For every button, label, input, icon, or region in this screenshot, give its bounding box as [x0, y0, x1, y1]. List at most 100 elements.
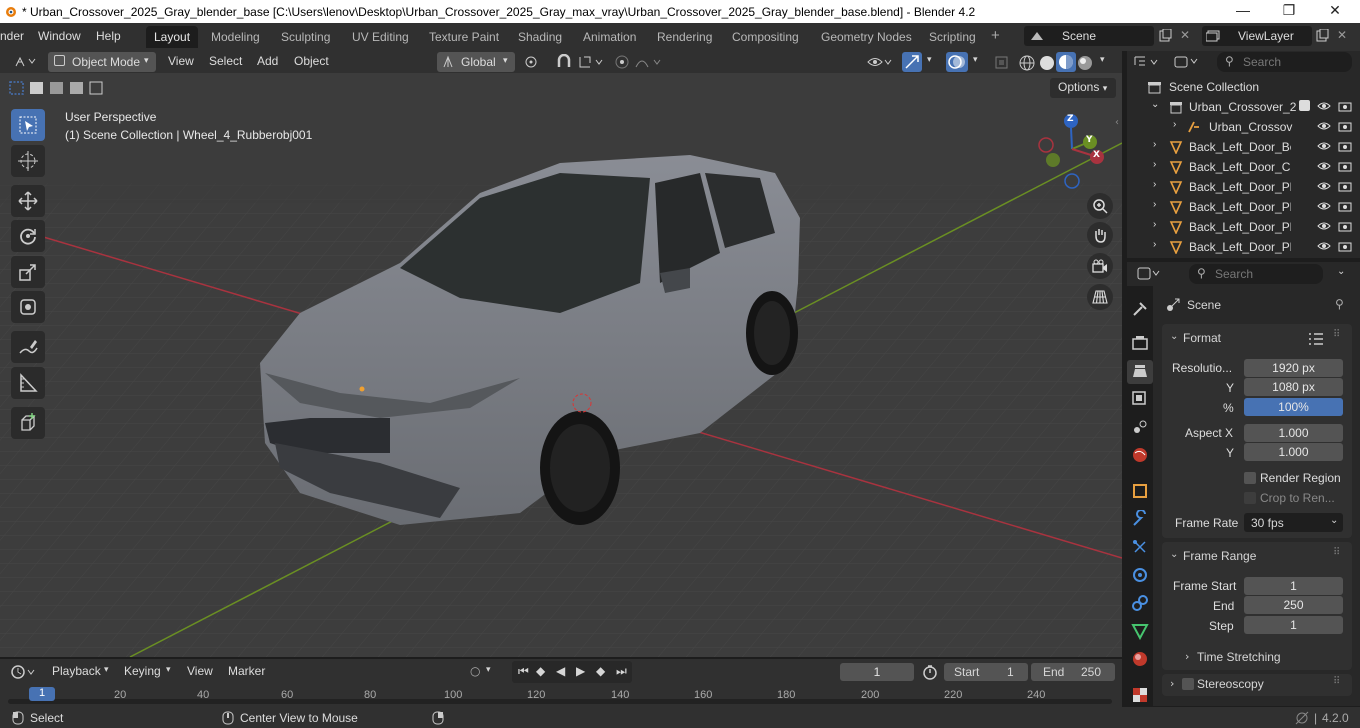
- menu-marker[interactable]: Marker: [222, 662, 271, 682]
- menu-window[interactable]: Window: [38, 29, 81, 43]
- new-scene-icon[interactable]: [1158, 29, 1172, 43]
- add-workspace-button[interactable]: +: [991, 27, 1000, 44]
- constraints-tab-icon[interactable]: [1131, 594, 1149, 612]
- eye-icon[interactable]: [1317, 220, 1331, 232]
- tab-sculpting[interactable]: Sculpting: [273, 26, 338, 48]
- camera-icon[interactable]: [1338, 240, 1352, 252]
- menu-render[interactable]: nder: [0, 29, 24, 43]
- camera-icon[interactable]: [1338, 200, 1352, 212]
- new-viewlayer-icon[interactable]: [1315, 29, 1329, 43]
- menu-keying[interactable]: Keying: [118, 662, 167, 682]
- stereoscopy-checkbox[interactable]: [1182, 678, 1194, 690]
- gizmo-toggle-button[interactable]: [902, 52, 922, 72]
- expand-arrow-icon[interactable]: ›: [1153, 219, 1156, 230]
- scene-selector[interactable]: Scene: [1024, 26, 1154, 46]
- tab-layout[interactable]: Layout: [146, 26, 199, 48]
- camera-view-button[interactable]: [1087, 253, 1113, 279]
- outliner-scene-collection[interactable]: Scene Collection: [1127, 77, 1360, 97]
- frame-range-header[interactable]: Frame Range: [1183, 549, 1256, 563]
- add-cube-tool[interactable]: [11, 407, 45, 439]
- aspect-y-field[interactable]: 1.000: [1244, 443, 1343, 461]
- 3d-viewport[interactable]: Z Y X User Perspective (1) Scene Collect…: [0, 73, 1122, 657]
- play-icon[interactable]: ▶: [576, 664, 585, 678]
- zoom-button[interactable]: [1087, 193, 1113, 219]
- move-tool[interactable]: [11, 185, 45, 217]
- eye-icon[interactable]: [1317, 200, 1331, 212]
- timeline-editor-icon[interactable]: [10, 664, 40, 680]
- jump-end-icon[interactable]: ⏭: [616, 664, 627, 679]
- camera-icon[interactable]: [1338, 180, 1352, 192]
- selection-mode-icons[interactable]: [8, 80, 104, 96]
- options-button[interactable]: Options ▾: [1050, 78, 1116, 98]
- snap-icon[interactable]: [556, 54, 576, 70]
- auto-keying-icon[interactable]: ○: [470, 664, 480, 678]
- rotate-tool[interactable]: [11, 220, 45, 252]
- chevron-down-icon[interactable]: ▾: [927, 55, 932, 65]
- measure-tool[interactable]: [11, 367, 45, 399]
- time-stretching-header[interactable]: Time Stretching: [1197, 650, 1281, 664]
- outliner-search[interactable]: ⚲ Search: [1217, 52, 1352, 72]
- pan-button[interactable]: [1087, 222, 1113, 248]
- outliner-row[interactable]: › Back_Left_Door_Clo: [1127, 157, 1360, 177]
- eye-icon[interactable]: [1317, 140, 1331, 152]
- collapse-arrow-icon[interactable]: ⌄: [1170, 331, 1178, 342]
- transform-orientation-dropdown[interactable]: Global ▾: [437, 52, 515, 72]
- frame-rate-dropdown[interactable]: 30 fps ⌄: [1244, 513, 1343, 532]
- tab-modeling[interactable]: Modeling: [203, 26, 268, 48]
- particles-tab-icon[interactable]: [1131, 538, 1149, 556]
- outliner-row[interactable]: ⌄ Urban_Crossover_2: [1127, 97, 1360, 117]
- scale-tool[interactable]: [11, 256, 45, 288]
- menu-view[interactable]: View: [162, 52, 200, 72]
- outliner-row[interactable]: › Back_Left_Door_Pla: [1127, 217, 1360, 237]
- end-frame-field[interactable]: End 250: [1031, 663, 1115, 681]
- expand-arrow-icon[interactable]: ›: [1185, 650, 1189, 663]
- cursor-tool[interactable]: [11, 145, 45, 177]
- data-tab-icon[interactable]: [1131, 622, 1149, 640]
- tab-geometry-nodes[interactable]: Geometry Nodes: [813, 26, 920, 48]
- properties-editor-icon[interactable]: [1137, 266, 1163, 282]
- delete-viewlayer-icon[interactable]: ✕: [1337, 28, 1347, 42]
- expand-arrow-icon[interactable]: ›: [1153, 199, 1156, 210]
- next-keyframe-icon[interactable]: ◆: [596, 664, 605, 678]
- aspect-x-field[interactable]: 1.000: [1244, 424, 1343, 442]
- eye-icon[interactable]: [1317, 180, 1331, 192]
- outliner-row[interactable]: › Back_Left_Door_Pla: [1127, 177, 1360, 197]
- object-tab-icon[interactable]: [1131, 482, 1149, 500]
- drag-handle-icon[interactable]: ⠿: [1333, 547, 1340, 558]
- modifier-tab-icon[interactable]: [1131, 510, 1149, 528]
- world-tab-icon[interactable]: [1131, 446, 1149, 464]
- chevron-down-icon[interactable]: ▾: [1100, 55, 1105, 65]
- menu-help[interactable]: Help: [96, 29, 121, 43]
- collapse-arrow-icon[interactable]: ⌄: [1170, 549, 1178, 560]
- outliner-row[interactable]: › Back_Left_Door_Pla: [1127, 237, 1360, 257]
- proportional-edit-icon[interactable]: [614, 55, 630, 71]
- select-box-tool[interactable]: [11, 109, 45, 141]
- close-button[interactable]: ✕: [1312, 2, 1358, 22]
- resolution-x-field[interactable]: 1920 px: [1244, 359, 1343, 377]
- solid-shading-icon[interactable]: [1038, 54, 1056, 72]
- stereoscopy-header[interactable]: Stereoscopy: [1197, 677, 1264, 691]
- current-frame-marker[interactable]: 1: [29, 687, 55, 701]
- annotate-tool[interactable]: [11, 331, 45, 363]
- camera-icon[interactable]: [1338, 100, 1352, 112]
- outliner-row[interactable]: › Back_Left_Door_Pla: [1127, 197, 1360, 217]
- visibility-icon[interactable]: [867, 55, 893, 69]
- menu-timeline-view[interactable]: View: [181, 662, 219, 682]
- tab-uv-editing[interactable]: UV Editing: [344, 26, 417, 48]
- eye-icon[interactable]: [1317, 100, 1331, 112]
- snap-target-icon[interactable]: [578, 55, 606, 69]
- prev-keyframe-icon[interactable]: ◆: [536, 664, 545, 678]
- tab-scripting[interactable]: Scripting: [921, 26, 984, 48]
- falloff-icon[interactable]: [634, 55, 664, 69]
- outliner-editor-icon[interactable]: [1133, 55, 1163, 69]
- material-preview-button[interactable]: [1056, 52, 1076, 72]
- chevron-down-icon[interactable]: ⌄: [1337, 266, 1345, 277]
- eye-icon[interactable]: [1317, 120, 1331, 132]
- editor-type-button[interactable]: [8, 52, 44, 72]
- material-tab-icon[interactable]: [1131, 650, 1149, 668]
- stopwatch-icon[interactable]: [922, 664, 938, 680]
- play-reverse-icon[interactable]: ◀: [556, 664, 565, 678]
- wireframe-shading-icon[interactable]: [1018, 54, 1036, 72]
- camera-icon[interactable]: [1338, 160, 1352, 172]
- view-layer-tab-icon[interactable]: [1131, 390, 1149, 408]
